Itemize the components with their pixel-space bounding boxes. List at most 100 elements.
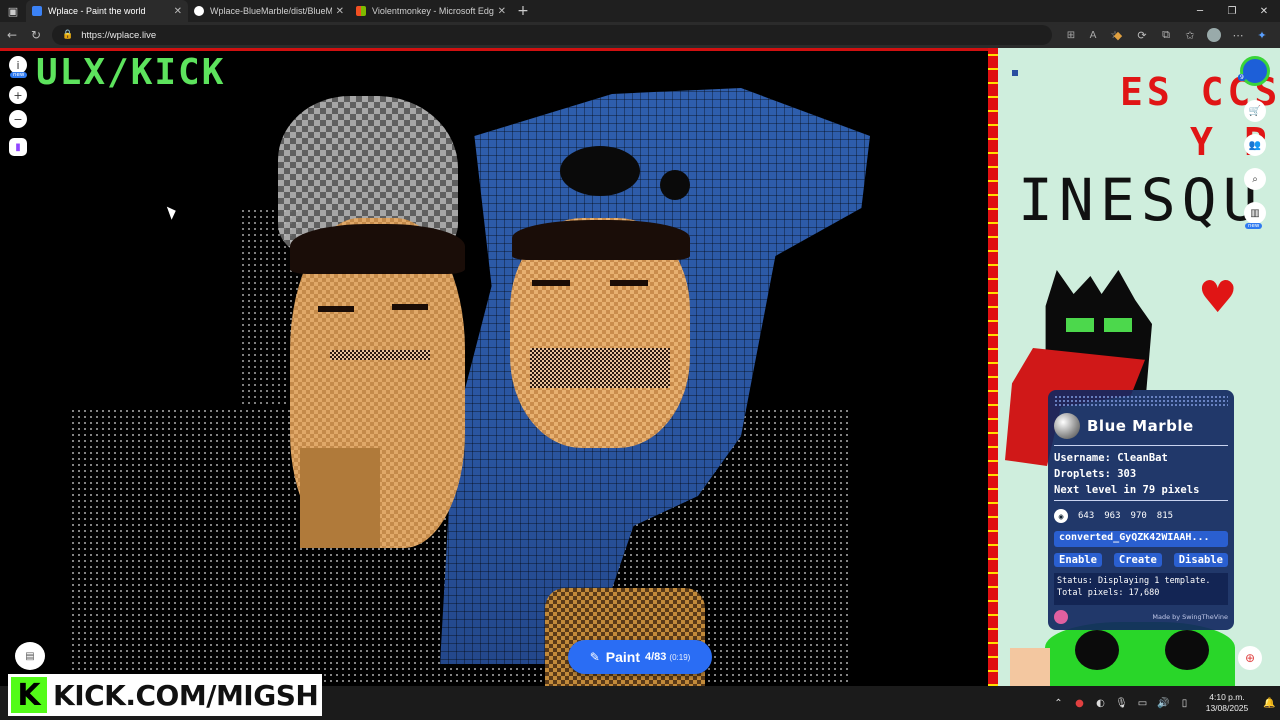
- site-info-icon[interactable]: 🔒: [62, 30, 73, 40]
- tab-actions-icon[interactable]: ▣: [0, 0, 26, 22]
- tab-title: Wplace-BlueMarble/dist/BlueMarble...: [210, 6, 332, 16]
- clock-time: 4:10 p.m.: [1209, 692, 1245, 702]
- tray-app-icon[interactable]: ●: [1069, 698, 1090, 709]
- droplets-line: Droplets: 303: [1054, 468, 1137, 480]
- pixel-art-stream-tag: ULX/KICK: [36, 52, 226, 93]
- twitch-icon[interactable]: ▮: [9, 138, 27, 156]
- window-controls: ─ ❐ ✕: [1184, 0, 1280, 22]
- pixel-art-heart-icon: ♥: [1198, 272, 1238, 323]
- pixel-art-mouth: [530, 348, 670, 388]
- status-textarea[interactable]: Status: Displaying 1 template. Total pix…: [1054, 573, 1228, 605]
- wplace-favicon-icon: [32, 6, 42, 16]
- tab-wplace[interactable]: Wplace - Paint the world ✕: [26, 0, 188, 22]
- store-cart-icon[interactable]: 🛒: [1244, 100, 1266, 122]
- tray-app-icon[interactable]: ◐: [1090, 698, 1111, 709]
- taskbar-clock[interactable]: 4:10 p.m. 13/08/2025: [1195, 692, 1259, 714]
- kick-logo-icon: K: [11, 677, 47, 713]
- violentmonkey-extension-icon[interactable]: ◆: [1106, 22, 1130, 48]
- split-screen-icon[interactable]: ⧉: [1154, 22, 1178, 48]
- pixel-art-hood-eye: [660, 170, 690, 200]
- pixel-art-hood-eye: [560, 146, 640, 196]
- coord-tile-x[interactable]: 643: [1078, 511, 1094, 521]
- leaderboard-icon[interactable]: ▥: [1244, 202, 1266, 224]
- address-bar[interactable]: 🔒 https://wplace.live: [52, 25, 1052, 45]
- search-location-icon[interactable]: ⌕: [1244, 168, 1266, 190]
- coord-tile-y[interactable]: 963: [1104, 511, 1120, 521]
- settings-icon[interactable]: [1054, 610, 1068, 624]
- app-install-icon[interactable]: ⊞: [1060, 30, 1082, 41]
- system-tray: ⌃ ● ◐ 🎙 ▭ 🔊 ▯ 4:10 p.m. 13/08/2025 🔔: [1048, 686, 1280, 720]
- pixel-art-hair-right: [512, 220, 690, 260]
- notification-bell-icon[interactable]: 🔔: [1259, 698, 1280, 709]
- copilot-icon[interactable]: ✦: [1250, 22, 1274, 48]
- pixel-art-red-stripe: [988, 48, 998, 686]
- create-button[interactable]: Create: [1113, 553, 1162, 567]
- wplace-map-canvas[interactable]: ULX/KICK ES CCS Y P INESQU ♥ i new + − ▮…: [0, 48, 1280, 686]
- minimize-icon[interactable]: ─: [1184, 0, 1216, 22]
- restore-icon[interactable]: ❐: [1216, 0, 1248, 22]
- pixel-art-eye: [392, 304, 428, 310]
- coord-pixel-y[interactable]: 815: [1157, 511, 1173, 521]
- new-tab-button[interactable]: +: [512, 3, 534, 19]
- enable-button[interactable]: Enable: [1054, 553, 1102, 567]
- blue-marble-header: Blue Marble: [1048, 407, 1234, 443]
- refresh-button[interactable]: ↻: [24, 22, 48, 48]
- level-badge: 9: [1238, 74, 1246, 81]
- pixel-art-dot: [1012, 70, 1018, 76]
- disable-button[interactable]: Disable: [1173, 553, 1228, 567]
- user-avatar-button[interactable]: [1240, 56, 1270, 86]
- pixel-art-frog-eye: [1165, 630, 1209, 670]
- pin-location-icon[interactable]: ◉: [1054, 509, 1068, 523]
- browser-toolbar: ← ↻ 🔒 https://wplace.live ⊞ A ☆ ◆ ⟳ ⧉ ✩ …: [0, 22, 1280, 48]
- speaker-icon[interactable]: 🔊: [1153, 698, 1174, 709]
- tray-chevron-icon[interactable]: ⌃: [1048, 698, 1069, 709]
- battery-icon[interactable]: ▯: [1174, 698, 1195, 709]
- more-menu-icon[interactable]: ⋯: [1226, 22, 1250, 48]
- alliance-users-icon[interactable]: 👥: [1244, 134, 1266, 156]
- tab-close-icon[interactable]: ✕: [174, 6, 182, 17]
- blue-marble-panel: Blue Marble Username: CleanBat Droplets:…: [1048, 390, 1234, 630]
- github-favicon-icon: [194, 6, 204, 16]
- browser-tab-bar: ▣ Wplace - Paint the world ✕ Wplace-Blue…: [0, 0, 1280, 22]
- read-aloud-icon[interactable]: A: [1082, 30, 1104, 41]
- paint-label: Paint: [605, 649, 640, 665]
- pixel-art-black-text: INESQU: [1018, 166, 1264, 234]
- browser-extension-icons: ◆ ⟳ ⧉ ✩ ⋯ ✦: [1106, 22, 1274, 48]
- kick-channel-text: KICK.COM/MIGSH: [53, 678, 319, 712]
- pixel-art-cat-eye: [1066, 318, 1094, 332]
- template-actions: Enable Create Disable: [1048, 551, 1234, 569]
- blue-marble-title: Blue Marble: [1087, 417, 1194, 435]
- paint-cooldown: (0:19): [669, 652, 691, 662]
- pixel-art-eye: [610, 280, 648, 286]
- zoom-in-button[interactable]: +: [9, 86, 27, 104]
- pixel-art-neck-left: [300, 448, 380, 548]
- microphone-icon[interactable]: 🎙: [1111, 698, 1132, 709]
- url-text: https://wplace.live: [81, 29, 157, 41]
- zoom-out-button[interactable]: −: [9, 110, 27, 128]
- divider: [1054, 500, 1228, 501]
- tab-close-icon[interactable]: ✕: [498, 6, 506, 17]
- locate-me-icon[interactable]: ⊕: [1238, 646, 1262, 670]
- toggle-panel-icon[interactable]: ▤: [15, 642, 45, 670]
- network-icon[interactable]: ▭: [1132, 698, 1153, 709]
- divider: [1054, 445, 1228, 446]
- made-by-credit: Made by SwingTheVine: [1152, 613, 1228, 621]
- tab-title: Violentmonkey - Microsoft Edge: [372, 6, 494, 16]
- paint-button[interactable]: ✎ Paint 4/83 (0:19): [568, 640, 712, 674]
- back-button[interactable]: ←: [0, 22, 24, 48]
- kick-stream-overlay: K KICK.COM/MIGSH: [8, 674, 323, 716]
- next-level-line: Next level in 79 pixels: [1054, 484, 1200, 496]
- profile-avatar[interactable]: [1207, 28, 1221, 42]
- tab-close-icon[interactable]: ✕: [336, 6, 344, 17]
- tab-title: Wplace - Paint the world: [48, 6, 146, 16]
- sync-icon[interactable]: ⟳: [1130, 22, 1154, 48]
- template-file-input[interactable]: converted_GyQZK42WIAAH...: [1054, 531, 1228, 547]
- coord-pixel-x[interactable]: 970: [1131, 511, 1147, 521]
- panel-drag-handle[interactable]: [1054, 395, 1228, 407]
- tab-github-bluemarble[interactable]: Wplace-BlueMarble/dist/BlueMarble... ✕: [188, 0, 350, 22]
- blue-marble-globe-icon[interactable]: [1054, 413, 1080, 439]
- new-badge: new: [1245, 223, 1263, 229]
- close-window-icon[interactable]: ✕: [1248, 0, 1280, 22]
- favorites-icon[interactable]: ✩: [1178, 22, 1202, 48]
- tab-violentmonkey[interactable]: Violentmonkey - Microsoft Edge ✕: [350, 0, 512, 22]
